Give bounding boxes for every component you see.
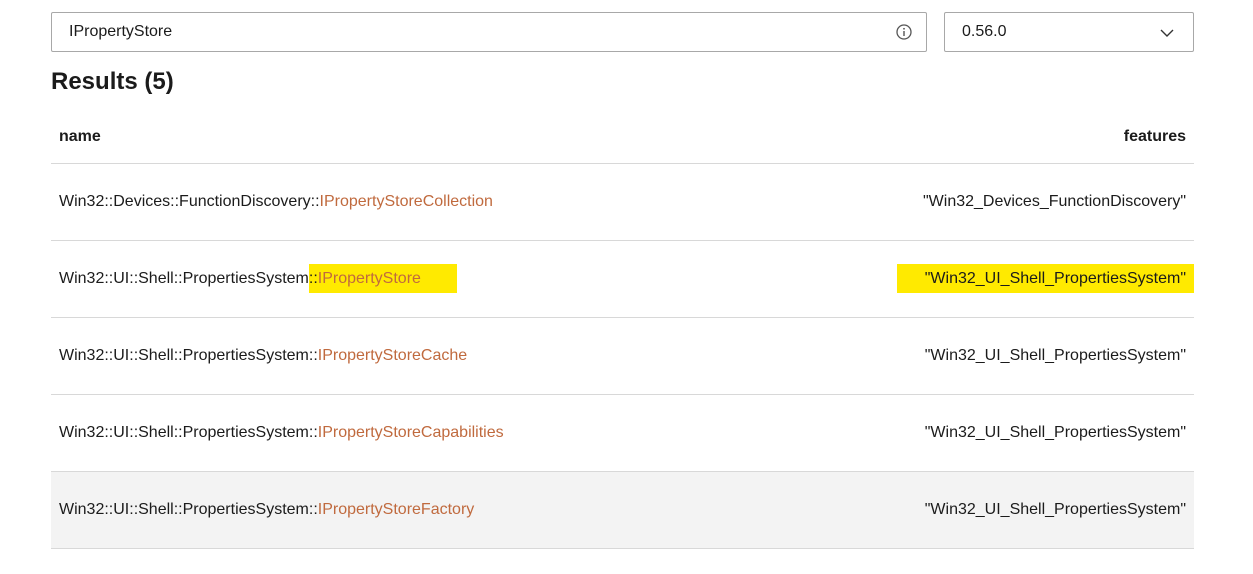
item-link[interactable]: IPropertyStoreCapabilities: [318, 424, 504, 441]
table-header-row: name features: [51, 112, 1194, 164]
table-row: Win32::UI::Shell::PropertiesSystem::IPro…: [51, 394, 1194, 472]
namespace-path: Win32::UI::Shell::PropertiesSystem: [59, 500, 309, 518]
chevron-down-icon[interactable]: [1159, 25, 1175, 41]
namespace-path: Win32::Devices::FunctionDiscovery: [59, 192, 311, 210]
highlight-marker: ::IPropertyStore: [308, 263, 457, 293]
name-cell: Win32::Devices::FunctionDiscovery::IProp…: [51, 163, 739, 241]
item-link[interactable]: IPropertyStoreFactory: [318, 501, 475, 518]
table-row: Win32::UI::Shell::PropertiesSystem::IPro…: [51, 317, 1194, 395]
features-cell: "Win32_Devices_FunctionDiscovery": [738, 163, 1194, 241]
version-select[interactable]: 0.56.0: [944, 12, 1194, 52]
search-input[interactable]: IPropertyStore: [51, 12, 927, 52]
features-cell: "Win32_UI_Shell_PropertiesSystem": [738, 471, 1194, 549]
column-header-features[interactable]: features: [738, 112, 1194, 164]
name-cell: Win32::UI::Shell::PropertiesSystem::IPro…: [51, 240, 739, 318]
item-link[interactable]: IPropertyStoreCollection: [320, 193, 493, 210]
info-icon[interactable]: [896, 24, 912, 40]
features-cell: "Win32_UI_Shell_PropertiesSystem": [738, 394, 1194, 472]
search-value[interactable]: IPropertyStore: [69, 13, 172, 51]
table-row: Win32::Devices::FunctionDiscovery::IProp…: [51, 163, 1194, 241]
namespace-path: Win32::UI::Shell::PropertiesSystem: [59, 346, 309, 364]
highlight-marker: "Win32_UI_Shell_PropertiesSystem": [896, 263, 1194, 293]
item-link[interactable]: IPropertyStoreCache: [318, 347, 467, 364]
namespace-path: Win32::UI::Shell::PropertiesSystem: [59, 269, 309, 287]
column-header-name[interactable]: name: [51, 112, 739, 164]
namespace-path: Win32::UI::Shell::PropertiesSystem: [59, 423, 309, 441]
path-separator: ::: [308, 269, 318, 287]
features-cell: "Win32_UI_Shell_PropertiesSystem": [738, 317, 1194, 395]
path-separator: ::: [308, 423, 318, 441]
path-separator: ::: [310, 192, 320, 210]
item-link[interactable]: IPropertyStore: [318, 270, 421, 287]
path-separator: ::: [308, 500, 318, 518]
version-value[interactable]: 0.56.0: [962, 13, 1006, 51]
path-separator: ::: [308, 346, 318, 364]
features-cell: "Win32_UI_Shell_PropertiesSystem": [738, 240, 1194, 318]
name-cell: Win32::UI::Shell::PropertiesSystem::IPro…: [51, 317, 739, 395]
name-cell: Win32::UI::Shell::PropertiesSystem::IPro…: [51, 394, 739, 472]
results-table: name features Win32::Devices::FunctionDi…: [51, 112, 1194, 549]
name-cell: Win32::UI::Shell::PropertiesSystem::IPro…: [51, 471, 739, 549]
table-row: Win32::UI::Shell::PropertiesSystem::IPro…: [51, 240, 1194, 318]
results-heading: Results (5): [51, 68, 174, 95]
table-row: Win32::UI::Shell::PropertiesSystem::IPro…: [51, 471, 1194, 549]
